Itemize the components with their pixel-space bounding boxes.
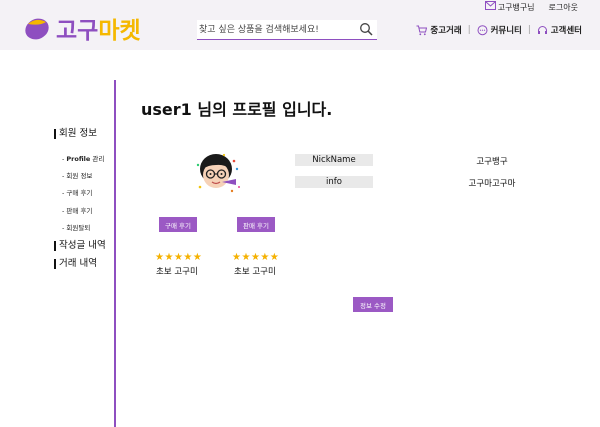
star-icon: ★: [232, 252, 241, 263]
sidebar-item-member-info[interactable]: - 회원 정보: [62, 170, 92, 180]
search-icon[interactable]: [359, 22, 373, 36]
edit-info-button[interactable]: 정보 수정: [353, 297, 393, 312]
sidebar-item-label: 회원 정보: [66, 172, 93, 180]
star-icon: ★: [241, 252, 251, 263]
user-link[interactable]: 고구뱅구님: [484, 1, 535, 13]
nickname-value: 고구뱅구: [476, 157, 508, 167]
star-icon: ★: [173, 252, 183, 263]
nav-label: 고객센터: [550, 26, 582, 36]
sidebar-item-withdraw[interactable]: - 회원탈퇴: [62, 222, 90, 232]
sidebar-heading-member-info[interactable]: 회원 정보: [54, 129, 97, 139]
star-icon: ★: [183, 252, 193, 263]
star-icon: ★: [269, 252, 279, 263]
star-icon: ★: [250, 252, 260, 263]
star-icon: ★: [192, 252, 202, 263]
info-value: 고구마고구마: [468, 179, 516, 189]
header: 고구마켓 고구뱅구님 로그아웃 중고거래 |: [0, 0, 600, 50]
buy-grade-label: 초보 고구미: [156, 267, 198, 277]
buy-review-button[interactable]: 구매 후기: [159, 217, 197, 232]
sell-grade-label: 초보 고구미: [234, 267, 276, 277]
sidebar-item-sell-review[interactable]: - 판매 후기: [62, 205, 92, 215]
sell-review-button[interactable]: 판매 후기: [237, 217, 275, 232]
nav-label: 중고거래: [430, 26, 462, 36]
mail-icon: [484, 1, 496, 10]
sidebar-item-label: 구매 후기: [66, 189, 93, 197]
sidebar-heading-posts[interactable]: 작성글 내역: [54, 241, 106, 251]
headset-icon: [537, 25, 547, 34]
search-bar: [197, 20, 377, 40]
profile-avatar: [196, 153, 240, 193]
sidebar-item-buy-review[interactable]: - 구매 후기: [62, 187, 92, 197]
sidebar-item-bold: Profile: [66, 155, 91, 163]
nav-item-community[interactable]: 커뮤니티: [477, 24, 522, 36]
nav-label: 커뮤니티: [490, 26, 522, 36]
search-input[interactable]: [197, 20, 353, 39]
nav-item-used-trade[interactable]: 중고거래: [416, 24, 462, 36]
sell-rating-stars: ★ ★ ★ ★ ★: [232, 253, 279, 263]
sidebar-heading-trades[interactable]: 거래 내역: [54, 259, 97, 269]
nav-separator: |: [527, 25, 531, 35]
nav-item-customer-center[interactable]: 고객센터: [537, 24, 582, 36]
info-label: info: [295, 176, 373, 188]
top-nav: 중고거래 | 커뮤니티 | 고객센터: [416, 24, 582, 36]
sidebar-item-label: 판매 후기: [66, 207, 93, 215]
sidebar-item-label: 회원탈퇴: [66, 224, 91, 232]
buy-rating-stars: ★ ★ ★ ★ ★: [155, 253, 202, 263]
sidebar-item-profile[interactable]: - Profile 관리: [62, 153, 104, 163]
nav-separator: |: [467, 25, 471, 35]
logo-text: 고구마켓: [56, 11, 141, 45]
page-title: user1 님의 프로필 입니다.: [141, 100, 333, 119]
nickname-label: NickName: [295, 154, 373, 166]
sidebar: 회원 정보 - Profile 관리 - 회원 정보 - 구매 후기 - 판매 …: [0, 80, 116, 427]
sweet-potato-logo-icon: [25, 18, 49, 40]
logout-link[interactable]: 로그아웃: [549, 2, 578, 13]
top-links: 고구뱅구님 로그아웃: [484, 1, 578, 13]
star-icon: ★: [164, 252, 174, 263]
chat-bubble-icon: [477, 24, 488, 35]
logo[interactable]: 고구마켓: [24, 12, 141, 44]
star-icon: ★: [155, 252, 164, 263]
star-icon: ★: [260, 252, 270, 263]
logo-text-part-b: 마켓: [98, 18, 141, 44]
cart-icon: [416, 25, 428, 35]
user-link-label: 고구뱅구님: [497, 3, 535, 12]
logo-text-part-a: 고구: [56, 18, 99, 44]
sidebar-item-label: 관리: [90, 155, 105, 163]
